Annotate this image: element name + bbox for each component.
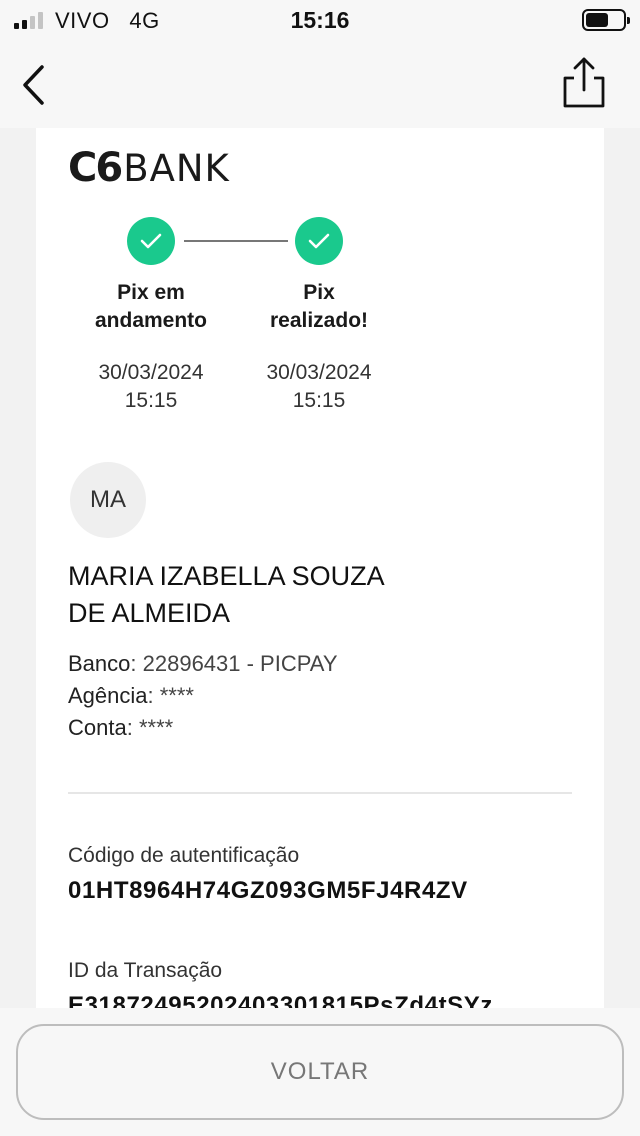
section-divider	[68, 792, 572, 794]
share-icon	[563, 57, 605, 108]
account-label: Conta	[68, 715, 127, 740]
step-time: 15:15	[124, 389, 178, 412]
share-button[interactable]	[562, 56, 606, 110]
bank-label: Banco	[68, 651, 131, 676]
avatar: MA	[70, 462, 146, 538]
checkmark-icon	[308, 233, 330, 249]
status-bar: VIVO 4G 15:16	[0, 0, 640, 42]
bank-detail: Banco: 22896431 - PICPAY	[68, 651, 338, 676]
recipient-name-line2: DE ALMEIDA	[68, 598, 231, 628]
recipient-name-line1: MARIA IZABELLA SOUZA	[68, 561, 385, 591]
bottom-action-bar: VOLTAR	[0, 1008, 640, 1136]
status-clock: 15:16	[290, 7, 350, 33]
chevron-left-icon	[23, 65, 44, 105]
step-time: 15:15	[292, 389, 346, 412]
account-value: ****	[138, 715, 174, 740]
checkmark-icon	[140, 233, 162, 249]
step-datetime: 30/03/2024 15:15	[76, 359, 226, 415]
step-date: 30/03/2024	[266, 361, 372, 384]
transaction-id-value: E31872495202403301815PsZd4tSYz	[68, 992, 493, 1008]
recipient-name: MARIA IZABELLA SOUZA DE ALMEIDA	[68, 558, 468, 632]
step-title: Pix realizado!	[244, 279, 394, 335]
c6-bank-logo: C6 BANK	[68, 148, 230, 188]
back-button[interactable]	[14, 62, 54, 108]
agency-detail: Agência: ****	[68, 683, 194, 708]
transaction-id-label: ID da Transação	[68, 959, 223, 982]
bank-value: 22896431 - PICPAY	[142, 651, 338, 676]
battery-level	[586, 13, 608, 27]
auth-code-value: 01HT8964H74GZ093GM5FJ4R4ZV	[68, 877, 468, 904]
step-title-line1: Pix	[303, 281, 335, 304]
step-pix-completed: Pix realizado! 30/03/2024 15:15	[244, 217, 394, 415]
receipt-card: C6 BANK Pix em andamento 30/03/2024 15:1…	[36, 128, 604, 1008]
battery-icon	[582, 9, 630, 31]
step-title-line1: Pix em	[117, 281, 185, 304]
back-action-button[interactable]: VOLTAR	[16, 1024, 624, 1120]
account-detail: Conta: ****	[68, 715, 174, 740]
step-check-circle	[127, 217, 175, 265]
step-datetime: 30/03/2024 15:15	[244, 359, 394, 415]
agency-label: Agência	[68, 683, 148, 708]
step-title: Pix em andamento	[76, 279, 226, 335]
navigation-bar	[0, 42, 640, 128]
step-title-line2: andamento	[94, 309, 207, 332]
auth-code-label: Código de autentificação	[68, 844, 300, 867]
step-title-line2: realizado!	[269, 309, 369, 332]
step-pix-in-progress: Pix em andamento 30/03/2024 15:15	[76, 217, 226, 415]
logo-word: BANK	[123, 146, 230, 190]
agency-value: ****	[159, 683, 194, 708]
step-date: 30/03/2024	[98, 361, 204, 384]
logo-mark: C6	[68, 145, 123, 191]
step-check-circle	[295, 217, 343, 265]
